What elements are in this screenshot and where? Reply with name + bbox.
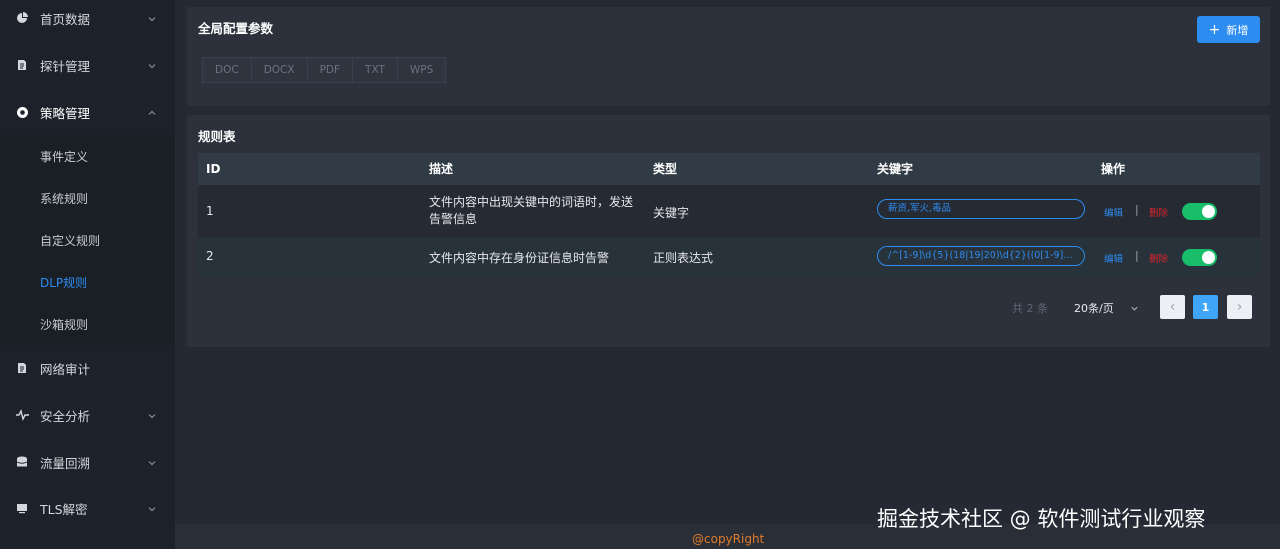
panel-title: 规则表 [198, 129, 236, 144]
sidebar-item-sandbox-rules[interactable]: 沙箱规则 [0, 303, 175, 345]
table-header: ID 描述 类型 关键字 操作 [198, 153, 1260, 185]
sidebar-item-label: 流量回溯 [40, 455, 91, 471]
sidebar-item-dlp-rules[interactable]: DLP规则 [0, 261, 175, 303]
sidebar-item-label: DLP规则 [40, 275, 88, 290]
add-button-label: 新增 [1226, 23, 1249, 37]
panel-title: 全局配置参数 [198, 21, 274, 36]
chevron-down-icon [147, 503, 157, 513]
action-separator: | [1135, 249, 1139, 262]
page-size-value: 20条/页 [1074, 301, 1114, 315]
enable-toggle[interactable] [1182, 203, 1217, 220]
sidebar-item-policy-management[interactable]: 策略管理 [0, 89, 175, 135]
cell-id: 2 [206, 249, 214, 263]
sidebar-item-label: 系统规则 [40, 191, 89, 206]
cell-id: 1 [206, 204, 214, 218]
monitor-icon [15, 501, 29, 515]
next-page-button[interactable]: › [1227, 295, 1252, 319]
column-header-keyword: 关键字 [877, 162, 914, 176]
chevron-down-icon [147, 13, 157, 23]
chevron-left-icon: ‹ [1169, 299, 1176, 315]
pie-chart-icon [15, 11, 29, 25]
global-config-panel: 全局配置参数 + 新增 DOC DOCX PDF TXT WPS [187, 7, 1270, 106]
file-type-pdf[interactable]: PDF [306, 57, 354, 83]
sidebar-item-system-rules[interactable]: 系统规则 [0, 177, 175, 219]
sidebar-item-home-data[interactable]: 首页数据 [0, 0, 175, 41]
column-header-actions: 操作 [1101, 162, 1126, 176]
aperture-icon [15, 105, 29, 119]
prev-page-button[interactable]: ‹ [1160, 295, 1185, 319]
file-type-wps[interactable]: WPS [396, 57, 447, 83]
sidebar-item-label: 策略管理 [40, 105, 91, 121]
plus-icon: + [1208, 21, 1221, 38]
column-header-id: ID [206, 162, 221, 176]
sidebar-item-probe-management[interactable]: 探针管理 [0, 42, 175, 88]
chevron-down-icon [147, 410, 157, 420]
database-icon [15, 455, 29, 469]
keyword-tag[interactable]: 薪资,军火,毒品 [877, 199, 1085, 219]
sidebar-item-label: 事件定义 [40, 149, 89, 164]
sidebar-item-network-audit[interactable]: 网络审计 [0, 345, 175, 391]
keyword-tag[interactable]: /^[1-9]\d{5}(18|19|20)\d{2}((0[1-9])|(1[… [877, 246, 1085, 266]
sidebar-item-security-analysis[interactable]: 安全分析 [0, 392, 175, 438]
cell-type: 正则表达式 [653, 251, 714, 265]
file-type-docx[interactable]: DOCX [250, 57, 308, 83]
sidebar-item-tls-decrypt[interactable]: TLS解密 [0, 485, 175, 531]
copyright-text: @copyRight [692, 532, 765, 546]
column-header-description: 描述 [429, 162, 454, 176]
sidebar-item-label: 网络审计 [40, 361, 91, 377]
rules-table: ID 描述 类型 关键字 操作 1 文件内容中出现关键中的词语时，发送告警信息 … [198, 153, 1260, 276]
chevron-up-icon [147, 107, 157, 117]
page-1-button[interactable]: 1 [1193, 295, 1218, 319]
chevron-down-icon [1130, 303, 1139, 316]
page-size-select[interactable]: 20条/页 [1061, 295, 1145, 320]
sidebar-item-label: TLS解密 [40, 501, 88, 517]
delete-link[interactable]: 删除 [1149, 251, 1168, 265]
file-type-group: DOC DOCX PDF TXT WPS [202, 57, 447, 83]
sidebar-item-label: 自定义规则 [40, 233, 101, 248]
file-type-txt[interactable]: TXT [352, 57, 398, 83]
toggle-knob [1202, 251, 1215, 264]
document-icon [15, 361, 29, 375]
sidebar-item-label: 沙箱规则 [40, 317, 89, 332]
pulse-icon [15, 408, 29, 422]
sidebar-item-label: 探针管理 [40, 58, 91, 74]
sidebar-item-custom-rules[interactable]: 自定义规则 [0, 219, 175, 261]
delete-link[interactable]: 删除 [1149, 205, 1168, 219]
file-type-doc[interactable]: DOC [202, 57, 252, 83]
watermark: 掘金技术社区 @ 软件测试行业观察 [877, 507, 1206, 531]
edit-link[interactable]: 编辑 [1104, 251, 1123, 265]
sidebar-item-event-definition[interactable]: 事件定义 [0, 135, 175, 177]
document-icon [15, 58, 29, 72]
action-separator: | [1135, 203, 1139, 216]
policy-submenu: 事件定义 系统规则 自定义规则 DLP规则 沙箱规则 [0, 135, 175, 345]
chevron-right-icon: › [1236, 299, 1243, 315]
sidebar-item-label: 安全分析 [40, 408, 91, 424]
edit-link[interactable]: 编辑 [1104, 205, 1123, 219]
table-row: 2 文件内容中存在身份证信息时告警 正则表达式 /^[1-9]\d{5}(18|… [198, 238, 1260, 276]
rules-panel: 规则表 ID 描述 类型 关键字 操作 1 文件内容中出现关键中的词语时，发送告… [187, 115, 1270, 347]
enable-toggle[interactable] [1182, 249, 1217, 266]
chevron-down-icon [147, 60, 157, 70]
chevron-down-icon [147, 457, 157, 467]
cell-description: 文件内容中出现关键中的词语时，发送告警信息 [429, 195, 634, 226]
table-row: 1 文件内容中出现关键中的词语时，发送告警信息 关键字 薪资,军火,毒品 编辑 … [198, 185, 1260, 238]
pagination-total: 共 2 条 [1012, 302, 1048, 315]
column-header-type: 类型 [653, 162, 678, 176]
cell-type: 关键字 [653, 206, 690, 220]
add-button[interactable]: + 新增 [1197, 16, 1260, 43]
sidebar-item-traffic-backtrack[interactable]: 流量回溯 [0, 439, 175, 485]
cell-description: 文件内容中存在身份证信息时告警 [429, 251, 610, 265]
sidebar-item-label: 首页数据 [40, 11, 91, 27]
toggle-knob [1202, 205, 1215, 218]
sidebar: 首页数据 探针管理 策略管理 事件定义 系统规则 自定义规则 DLP规则 沙箱规… [0, 0, 175, 549]
